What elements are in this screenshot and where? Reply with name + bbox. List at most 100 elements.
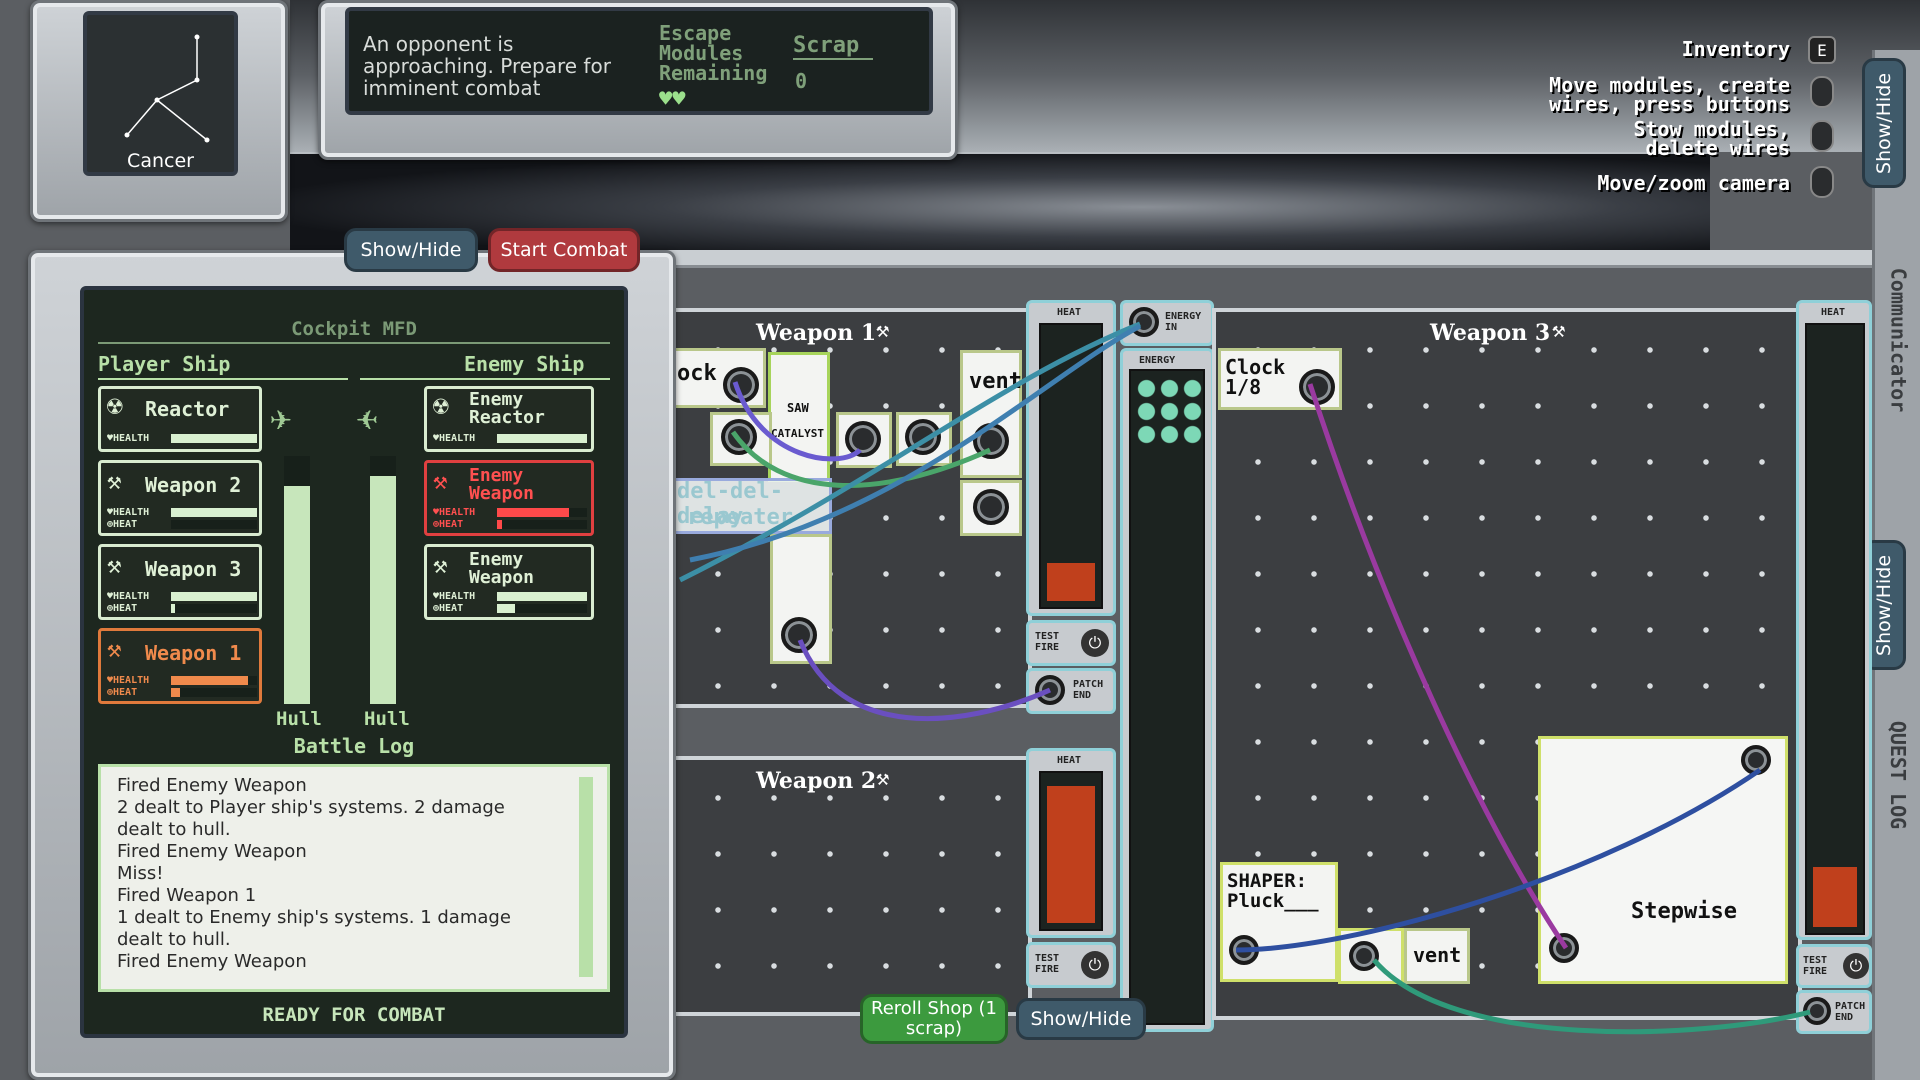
vent-out2-module[interactable] — [960, 480, 1022, 536]
energy-in-jack[interactable] — [1129, 307, 1159, 337]
clock-module-partial[interactable]: ock — [672, 348, 766, 408]
player-hull-label: Hull — [276, 708, 322, 730]
delay-out-jack[interactable] — [781, 617, 817, 653]
weapon2-heat-panel: HEAT — [1026, 748, 1116, 938]
player-weapon1-health-bar — [171, 676, 257, 685]
weapon-icon: ⚒ — [433, 467, 448, 495]
enemy-weapon2-health-bar — [497, 592, 587, 601]
mfd-title-rule — [98, 342, 610, 344]
saw-out-module[interactable] — [836, 412, 892, 468]
escape-hearts: ♥♥ — [659, 87, 686, 112]
reactor-icon: ☢ — [433, 391, 449, 421]
communicator-tab[interactable]: Communicator — [1880, 200, 1916, 480]
inventory-key-icon[interactable]: E — [1808, 36, 1836, 64]
window-frame-bar — [560, 250, 1880, 268]
player-reactor-health-fill — [171, 434, 257, 443]
stow-modules-hint: Stow modules, delete wires — [1633, 117, 1790, 160]
clock-out-jack-w3[interactable] — [1299, 369, 1335, 405]
player-reactor-card[interactable]: ☢ Reactor ♥HEALTH — [98, 386, 262, 452]
weapon1-patch-jack[interactable] — [1035, 675, 1065, 705]
weapon3-test-fire[interactable]: TEST FIRE ⏻ — [1796, 944, 1872, 988]
enemy-weapon-card-1[interactable]: ⚒ Enemy Weapon ♥HEALTH ⊕HEAT — [424, 460, 594, 536]
enemy-hull-fill — [370, 475, 396, 704]
scrap-value: 0 — [795, 69, 808, 93]
player-weapon2-card[interactable]: ⚒ Weapon 2 ♥HEALTH ⊕HEAT — [98, 460, 262, 536]
quest-log-tab[interactable]: QUEST LOG — [1880, 690, 1916, 860]
saw-catalyst-module[interactable]: SAW CATALYST — [768, 352, 830, 482]
enemy-weapon2-heat-fill — [497, 604, 515, 613]
player-weapon2-health-fill — [171, 508, 257, 517]
trig2-module[interactable] — [896, 412, 952, 466]
battle-log-line: 1 dealt to Enemy ship's systems. 1 damag… — [117, 907, 511, 928]
vent-out2-jack[interactable] — [973, 489, 1009, 525]
battle-log-line: Fired Weapon 1 — [117, 885, 257, 906]
left-click-icon — [1810, 76, 1834, 108]
show-hide-top-button[interactable]: Show/Hide — [344, 228, 478, 272]
show-hide-bottom-button[interactable]: Show/Hide — [1016, 998, 1146, 1040]
battle-log-box[interactable]: Fired Enemy Weapon 2 dealt to Player ship… — [98, 764, 610, 992]
player-weapon3-heat-bar — [171, 604, 257, 613]
weapon1-patch-end[interactable]: PATCH END — [1026, 668, 1116, 714]
trig-module[interactable] — [710, 412, 772, 466]
catalyst-label: CATALYST — [771, 427, 824, 440]
battle-log-scrollbar[interactable] — [579, 777, 593, 977]
weapon1-heat-meter — [1039, 323, 1103, 609]
player-hull-bar — [284, 456, 310, 704]
player-weapon1-card[interactable]: ⚒ Weapon 1 ♥HEALTH ⊕HEAT — [98, 628, 262, 704]
saw-out-jack[interactable] — [845, 421, 881, 457]
ready-status: READY FOR COMBAT — [262, 1004, 446, 1026]
show-hide-right-top-button[interactable]: Show/Hide — [1862, 58, 1906, 188]
weapon-icon: ⚒ — [107, 551, 122, 579]
delay-repeater-module[interactable]: del-del-delay repeater — [672, 478, 832, 534]
weapon2-board[interactable]: Weapon 2 ⚒ — [672, 756, 1032, 1016]
battle-log-line: Fired Enemy Weapon — [117, 951, 307, 972]
enemy-weapon2-health-fill — [497, 592, 587, 601]
enemy-weapon1-health-bar — [497, 508, 587, 517]
shaper-module[interactable]: SHAPER: Pluck___ — [1220, 862, 1338, 982]
start-combat-button[interactable]: Start Combat — [488, 228, 640, 272]
energy-in-panel[interactable]: ENERGY IN — [1120, 300, 1214, 346]
trig-jack[interactable] — [721, 419, 757, 455]
weapon3-patch-jack[interactable] — [1803, 997, 1831, 1025]
shaper-out-module[interactable] — [1338, 928, 1404, 984]
player-reactor-health-bar — [171, 434, 257, 443]
weapon1-icon: ⚒ — [876, 318, 890, 343]
weapon3-title: Weapon 3 — [1430, 320, 1551, 346]
weapon1-heat-fill — [1047, 563, 1095, 601]
weapon3-patch-end[interactable]: PATCH END — [1796, 990, 1872, 1034]
weapon-icon: ⚒ — [107, 467, 122, 495]
weapon-icon: ⚒ — [433, 551, 448, 579]
vent2-module[interactable]: vent — [1404, 928, 1470, 984]
weapon3-icon: ⚒ — [1552, 318, 1566, 343]
shaper-out-jack[interactable] — [1349, 941, 1379, 971]
enemy-reactor-card[interactable]: ☢ Enemy Reactor ♥HEALTH — [424, 386, 594, 452]
constellation-panel: Cancer — [30, 0, 288, 222]
weapon2-test-fire[interactable]: TEST FIRE ⏻ — [1026, 942, 1116, 988]
clock-module[interactable]: Clock 1/8 — [1218, 348, 1342, 410]
weapon1-heat-panel: HEAT — [1026, 300, 1116, 616]
vent-module[interactable]: vent — [960, 350, 1022, 478]
stepwise-trig-jack[interactable] — [1549, 933, 1579, 963]
player-weapon3-health-bar — [171, 592, 257, 601]
weapon2-icon: ⚒ — [876, 766, 890, 791]
clock-out-jack[interactable] — [723, 367, 759, 403]
stepwise-module[interactable]: Stepwise — [1538, 736, 1788, 984]
player-weapon3-card[interactable]: ⚒ Weapon 3 ♥HEALTH ⊕HEAT — [98, 544, 262, 620]
player-weapon2-heat-bar — [171, 520, 257, 529]
player-weapon1-health-fill — [171, 676, 249, 685]
weapon1-test-fire[interactable]: TEST FIRE ⏻ — [1026, 620, 1116, 666]
enemy-weapon-card-2[interactable]: ⚒ Enemy Weapon ♥HEALTH ⊕HEAT — [424, 544, 594, 620]
enemy-hull-bar — [370, 456, 396, 704]
enemy-reactor-health-bar — [497, 434, 587, 443]
player-weapon1-heat-fill — [171, 688, 180, 697]
escape-modules-label: Escape Modules Remaining — [659, 21, 768, 85]
player-header-rule — [98, 378, 348, 380]
shaper-trig-jack[interactable] — [1229, 935, 1259, 965]
vent-out-jack[interactable] — [973, 423, 1009, 459]
stepwise-out-jack[interactable] — [1741, 745, 1771, 775]
delay-out-module[interactable] — [770, 534, 832, 664]
player-weapon1-heat-bar — [171, 688, 257, 697]
battle-log-lines: Fired Enemy Weapon 2 dealt to Player ship… — [117, 775, 557, 973]
trig2-jack[interactable] — [905, 419, 941, 455]
reroll-shop-button[interactable]: Reroll Shop (1 scrap) — [860, 994, 1008, 1044]
